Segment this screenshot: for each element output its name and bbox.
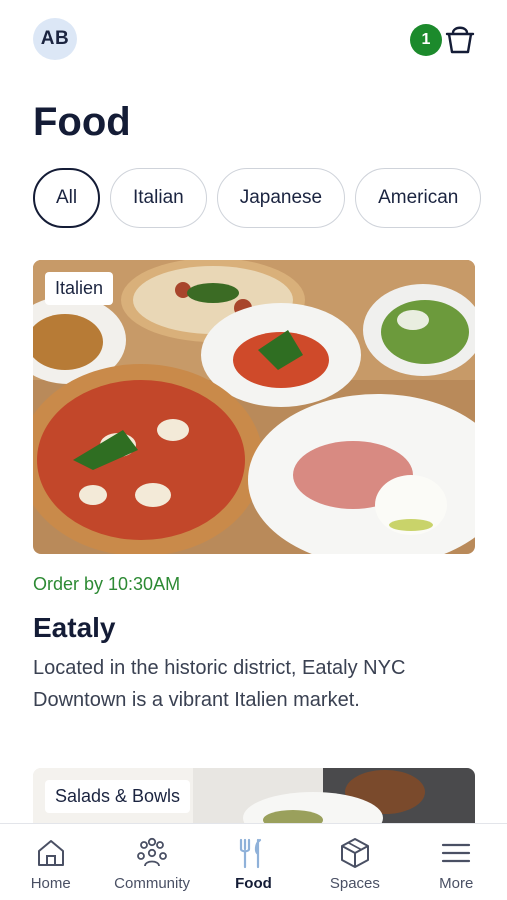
home-icon <box>37 840 64 866</box>
tab-label: Home <box>30 875 71 892</box>
filter-chip-japanese[interactable]: Japanese <box>216 168 346 228</box>
cart-count-badge: 1 <box>410 24 442 56</box>
venue-card-image[interactable]: Salads & Bowls <box>33 768 475 824</box>
basket-icon <box>445 26 475 54</box>
tab-label: Spaces <box>329 875 380 892</box>
avatar[interactable]: AB <box>33 18 77 60</box>
order-deadline: Order by 10:30AM <box>33 574 181 594</box>
tab-label: Community <box>114 875 191 892</box>
cube-icon <box>340 838 369 868</box>
filter-chip-italian[interactable]: Italian <box>110 168 207 228</box>
page-title: Food <box>33 100 131 144</box>
filter-chip-american[interactable]: American <box>355 168 482 228</box>
tab-label: More <box>439 875 474 892</box>
menu-icon <box>442 843 471 863</box>
cuisine-tag: Italien <box>45 272 114 305</box>
cuisine-tag: Salads & Bowls <box>45 780 191 813</box>
community-icon <box>137 837 167 867</box>
tab-food[interactable]: Food <box>203 824 304 900</box>
venue-card-image[interactable]: Italien <box>33 260 475 554</box>
tab-home[interactable]: Home <box>0 824 101 900</box>
venue-name[interactable]: Eataly <box>33 612 116 644</box>
tab-community[interactable]: Community <box>101 824 202 900</box>
app-header: AB 1 <box>0 0 507 80</box>
tab-more[interactable]: More <box>406 824 507 900</box>
venue-description: Located in the historic district, Eataly… <box>33 657 406 711</box>
bottom-tab-bar: Home Community Food Spaces More <box>0 823 507 900</box>
fork-knife-icon <box>240 838 262 869</box>
tab-spaces[interactable]: Spaces <box>304 824 405 900</box>
cart-button[interactable]: 1 <box>410 20 476 58</box>
tab-label: Food <box>235 875 272 892</box>
category-filter-bar: All Italian Japanese American <box>33 168 507 228</box>
filter-chip-all[interactable]: All <box>33 168 100 228</box>
